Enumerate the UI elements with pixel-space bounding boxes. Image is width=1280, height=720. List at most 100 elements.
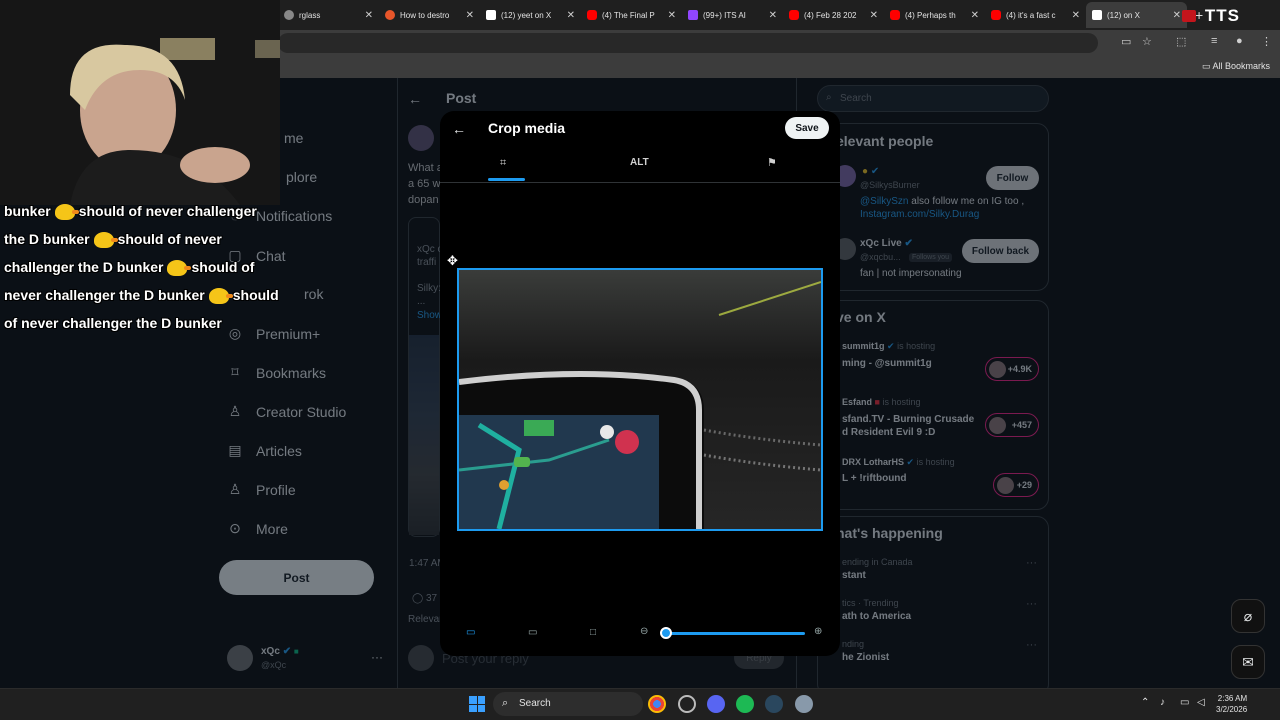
trend-more-button[interactable]: ··· xyxy=(1026,639,1037,651)
browser-tab[interactable]: (4) Feb 28 202 ✕ xyxy=(783,2,884,28)
volume-icon[interactable]: ◁ xyxy=(1197,697,1205,708)
overlay-brand-text: TTS xyxy=(1204,6,1240,25)
zoom-slider-handle[interactable] xyxy=(660,627,672,639)
trend-name[interactable]: he Zionist xyxy=(842,652,889,663)
close-icon[interactable]: ✕ xyxy=(1173,10,1181,21)
settings-gear-icon[interactable] xyxy=(795,695,813,713)
chrome-icon[interactable] xyxy=(648,695,666,713)
steam-icon[interactable] xyxy=(765,695,783,713)
close-icon[interactable]: ✕ xyxy=(466,10,474,21)
crop-icon: ⌗ xyxy=(500,157,507,169)
clock-time: 2:36 AM xyxy=(1217,694,1248,703)
app-icon[interactable] xyxy=(678,695,696,713)
search-icon: ⌕ xyxy=(826,92,832,103)
nav-articles[interactable]: ▤ Articles xyxy=(227,442,302,459)
tab-crop[interactable]: ⌗ xyxy=(500,157,506,170)
live-listeners-pill[interactable]: +457 xyxy=(985,413,1039,437)
tab-flag[interactable]: ⚑ xyxy=(767,156,777,169)
bio-link[interactable]: @SilkySzn xyxy=(860,196,909,207)
crop-area[interactable] xyxy=(457,268,823,531)
aspect-wide-button[interactable]: ▭ xyxy=(528,627,537,638)
browser-tab[interactable]: (4) it's a fast c ✕ xyxy=(985,2,1086,28)
microphone-icon[interactable]: ♪ xyxy=(1160,697,1165,708)
person-name-text: xQc Live xyxy=(860,238,902,249)
aspect-square-button[interactable]: □ xyxy=(590,627,596,638)
close-icon[interactable]: ✕ xyxy=(1072,10,1080,21)
avatar[interactable] xyxy=(227,645,253,671)
tab-title: (4) it's a fast c xyxy=(1006,10,1056,20)
tab-alt[interactable]: ALT xyxy=(630,157,649,168)
close-icon[interactable]: ✕ xyxy=(870,10,878,21)
address-bar[interactable] xyxy=(278,33,1098,53)
browser-tab-active[interactable]: (12) on X ✕ xyxy=(1086,2,1187,28)
account-menu-button[interactable]: ··· xyxy=(371,650,383,664)
media-queue-icon[interactable]: ≡ xyxy=(1211,35,1217,47)
new-tab-button[interactable]: + xyxy=(1195,7,1203,23)
live-title[interactable]: ming - @summit1g xyxy=(842,358,932,369)
spotify-icon[interactable] xyxy=(736,695,754,713)
zoom-slider-track[interactable] xyxy=(665,632,805,635)
browser-tab[interactable]: (4) Perhaps th ✕ xyxy=(884,2,985,28)
kebab-menu-icon[interactable]: ⋮ xyxy=(1261,35,1272,48)
cast-icon[interactable]: ▭ xyxy=(1121,35,1131,48)
trend-more-button[interactable]: ··· xyxy=(1026,557,1037,569)
live-listeners-pill[interactable]: +29 xyxy=(993,473,1039,497)
trend-name[interactable]: stant xyxy=(842,570,866,581)
browser-tab[interactable]: How to destro ✕ xyxy=(379,2,480,28)
close-icon[interactable]: ✕ xyxy=(668,10,676,21)
nav-creator-studio[interactable]: ♙ Creator Studio xyxy=(227,403,347,420)
browser-tab[interactable]: (12) yeet on X ✕ xyxy=(480,2,581,28)
post-text: What a xyxy=(408,162,443,174)
nav-profile[interactable]: ♙ Profile xyxy=(227,481,296,498)
follow-back-button[interactable]: Follow back xyxy=(962,239,1039,263)
show-more-link[interactable]: Show xyxy=(417,310,442,321)
bio-link[interactable]: Instagram.com/Silky.Durag xyxy=(860,209,979,220)
back-arrow-icon[interactable]: ← xyxy=(408,91,422,107)
close-icon[interactable]: ✕ xyxy=(365,10,373,21)
profile-icon[interactable]: ● xyxy=(1236,35,1243,47)
live-title[interactable]: L + !riftbound xyxy=(842,473,907,484)
reply-count[interactable]: ◯ 37 xyxy=(412,593,437,604)
close-icon[interactable]: ✕ xyxy=(567,10,575,21)
aspect-original-button[interactable]: ▭ xyxy=(466,627,475,638)
close-icon[interactable]: ✕ xyxy=(971,10,979,21)
taskbar-clock[interactable]: 2:36 AM 3/2/2026 xyxy=(1216,693,1247,715)
taskbar-search[interactable]: ⌕ Search xyxy=(493,692,643,716)
account-handle: @xQc xyxy=(261,660,287,670)
taskbar-search-label: Search xyxy=(519,698,551,709)
back-arrow-icon[interactable]: ← xyxy=(452,121,466,137)
discord-icon[interactable] xyxy=(707,695,725,713)
browser-tab[interactable]: rglass ✕ xyxy=(278,2,379,28)
avatar[interactable] xyxy=(408,125,434,151)
messages-fab-icon[interactable]: ✉ xyxy=(1231,645,1265,679)
post-button[interactable]: Post xyxy=(219,560,374,595)
search-input[interactable]: ⌕ Search xyxy=(817,85,1049,112)
quote-media[interactable] xyxy=(409,335,439,535)
network-icon[interactable]: ▭ xyxy=(1180,697,1189,708)
youtube-icon xyxy=(890,10,900,20)
panel-title: ve on X xyxy=(836,309,886,325)
nav-more[interactable]: ⊙ More xyxy=(227,520,288,537)
follow-button[interactable]: Follow xyxy=(986,166,1039,190)
trend-more-button[interactable]: ··· xyxy=(1026,598,1037,610)
tab-favicon-icon xyxy=(385,10,395,20)
zoom-in-icon[interactable]: ⊕ xyxy=(814,626,822,637)
tray-chevron-icon[interactable]: ⌃ xyxy=(1141,697,1149,708)
nav-label: rok xyxy=(304,286,324,302)
trend-context: nding xyxy=(842,639,865,649)
zoom-out-icon[interactable]: ⊖ xyxy=(640,626,648,637)
nav-bookmarks[interactable]: ⌑ Bookmarks xyxy=(227,364,326,381)
extensions-icon[interactable]: ⬚ xyxy=(1176,35,1186,48)
grok-fab-icon[interactable]: ⌀ xyxy=(1231,599,1265,633)
live-title[interactable]: sfand.TV - Burning Crusade xyxy=(842,414,974,425)
bookmark-star-icon[interactable]: ☆ xyxy=(1142,35,1152,48)
live-title[interactable]: d Resident Evil 9 :D xyxy=(842,427,935,438)
all-bookmarks-button[interactable]: ▭ All Bookmarks xyxy=(1202,61,1270,72)
close-icon[interactable]: ✕ xyxy=(769,10,777,21)
browser-tab[interactable]: (4) The Final P ✕ xyxy=(581,2,682,28)
save-button[interactable]: Save xyxy=(785,117,829,139)
trend-name[interactable]: ath to America xyxy=(842,611,911,622)
browser-tab[interactable]: (99+) ITS AI ✕ xyxy=(682,2,783,28)
windows-start-icon[interactable] xyxy=(469,696,485,712)
live-listeners-pill[interactable]: +4.9K xyxy=(985,357,1039,381)
